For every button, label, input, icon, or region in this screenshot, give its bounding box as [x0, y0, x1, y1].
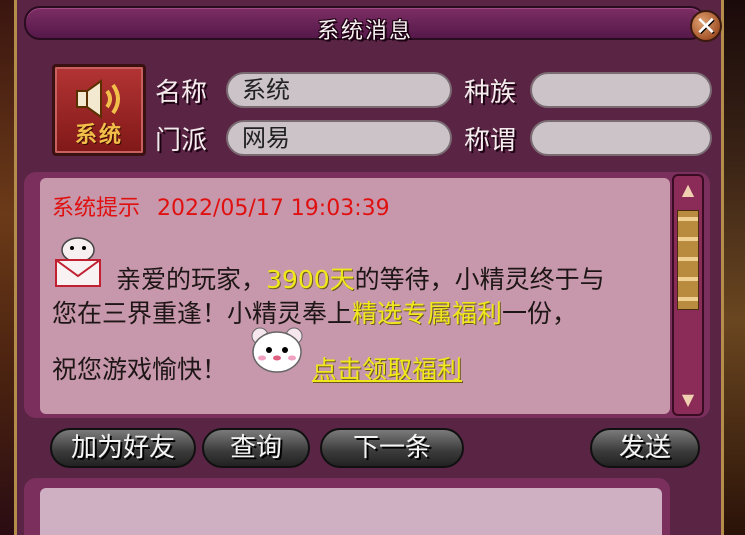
title-label: 称谓 [464, 126, 517, 156]
reply-input[interactable] [40, 488, 662, 535]
sprite-icon [251, 327, 303, 373]
background-right [721, 0, 745, 535]
race-label: 种族 [464, 78, 517, 108]
message-line-1: 亲爱的玩家，3900天的等待，小精灵终于与 [116, 260, 605, 296]
close-icon: ✕ [695, 12, 717, 42]
message-header: 系统提示 2022/05/17 19:03:39 [52, 190, 390, 222]
line1-suffix: 的等待，小精灵终于与 [354, 265, 605, 294]
message-scrollbar[interactable]: ▲ ▼ [672, 174, 704, 416]
scroll-down-icon[interactable]: ▼ [676, 388, 700, 412]
send-button[interactable]: 发送 [590, 428, 700, 468]
scroll-thumb[interactable] [677, 210, 699, 310]
faction-field: 网易 [226, 120, 452, 156]
scroll-up-icon[interactable]: ▲ [676, 178, 700, 202]
faction-label: 门派 [155, 126, 208, 156]
claim-welfare-link[interactable]: 点击领取福利 [312, 350, 462, 386]
close-button[interactable]: ✕ [690, 10, 722, 42]
speaker-icon [76, 79, 120, 119]
add-friend-button[interactable]: 加为好友 [50, 428, 196, 468]
mail-icon [55, 237, 101, 287]
message-line-2: 您在三界重逢！小精灵奉上精选专属福利一份， [52, 294, 577, 330]
days-highlight: 3900天 [266, 265, 355, 294]
window-title: 系统消息 [316, 19, 413, 44]
message-line-3: 祝您游戏愉快！ [52, 355, 228, 384]
sender-avatar: 系统 [52, 64, 146, 156]
line1-prefix: 亲爱的玩家， [116, 265, 267, 294]
name-label: 名称 [155, 78, 208, 108]
message-timestamp: 2022/05/17 19:03:39 [157, 196, 390, 221]
system-tip-label: 系统提示 [52, 196, 141, 221]
message-area: 系统提示 2022/05/17 19:03:39 亲爱的玩家，3900天的等待，… [40, 178, 670, 414]
race-field [530, 72, 712, 108]
welfare-highlight: 精选专属福利 [352, 299, 503, 328]
title-bar[interactable]: 系统消息 [24, 6, 706, 44]
query-button[interactable]: 查询 [202, 428, 310, 468]
name-field: 系统 [226, 72, 452, 108]
title-field [530, 120, 712, 156]
line2-suffix: 一份， [502, 299, 578, 328]
avatar-label: 系统 [74, 123, 123, 148]
next-message-button[interactable]: 下一条 [320, 428, 464, 468]
